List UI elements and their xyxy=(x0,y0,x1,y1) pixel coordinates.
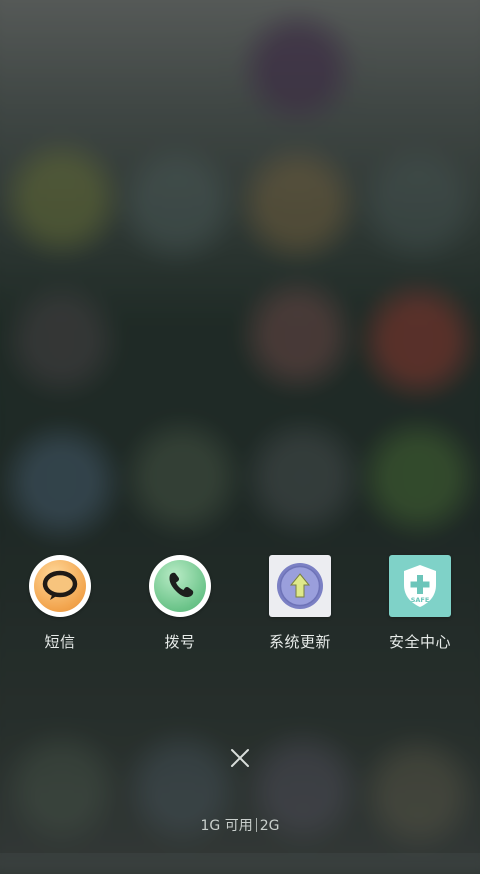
recent-app-label: 安全中心 xyxy=(388,633,451,651)
recent-app-sms[interactable]: 短信 xyxy=(0,555,120,652)
recent-app-label: 短信 xyxy=(44,633,76,651)
memory-status: 1G 可用 2G xyxy=(0,815,480,835)
memory-divider xyxy=(255,818,257,832)
memory-available: 1G 可用 xyxy=(200,818,253,834)
upload-arrow-icon xyxy=(269,555,331,617)
svg-text:SAFE: SAFE xyxy=(411,596,430,604)
recent-app-label: 系统更新 xyxy=(268,633,331,651)
memory-total: 2G xyxy=(259,818,280,834)
recent-app-label: 拨号 xyxy=(164,633,196,651)
recent-app-dialer[interactable]: 拨号 xyxy=(120,555,240,652)
dim-overlay xyxy=(0,0,480,853)
close-icon xyxy=(231,749,249,767)
recent-apps-row: 短信 拨号 系统更新 SAFE 安全中心 xyxy=(0,555,480,665)
close-all-button[interactable] xyxy=(222,740,258,776)
phone-icon xyxy=(149,555,211,617)
recent-app-security-center[interactable]: SAFE 安全中心 xyxy=(360,555,480,652)
recent-app-system-update[interactable]: 系统更新 xyxy=(240,555,360,652)
shield-safe-icon: SAFE xyxy=(389,555,451,617)
message-bubble-icon xyxy=(29,555,91,617)
